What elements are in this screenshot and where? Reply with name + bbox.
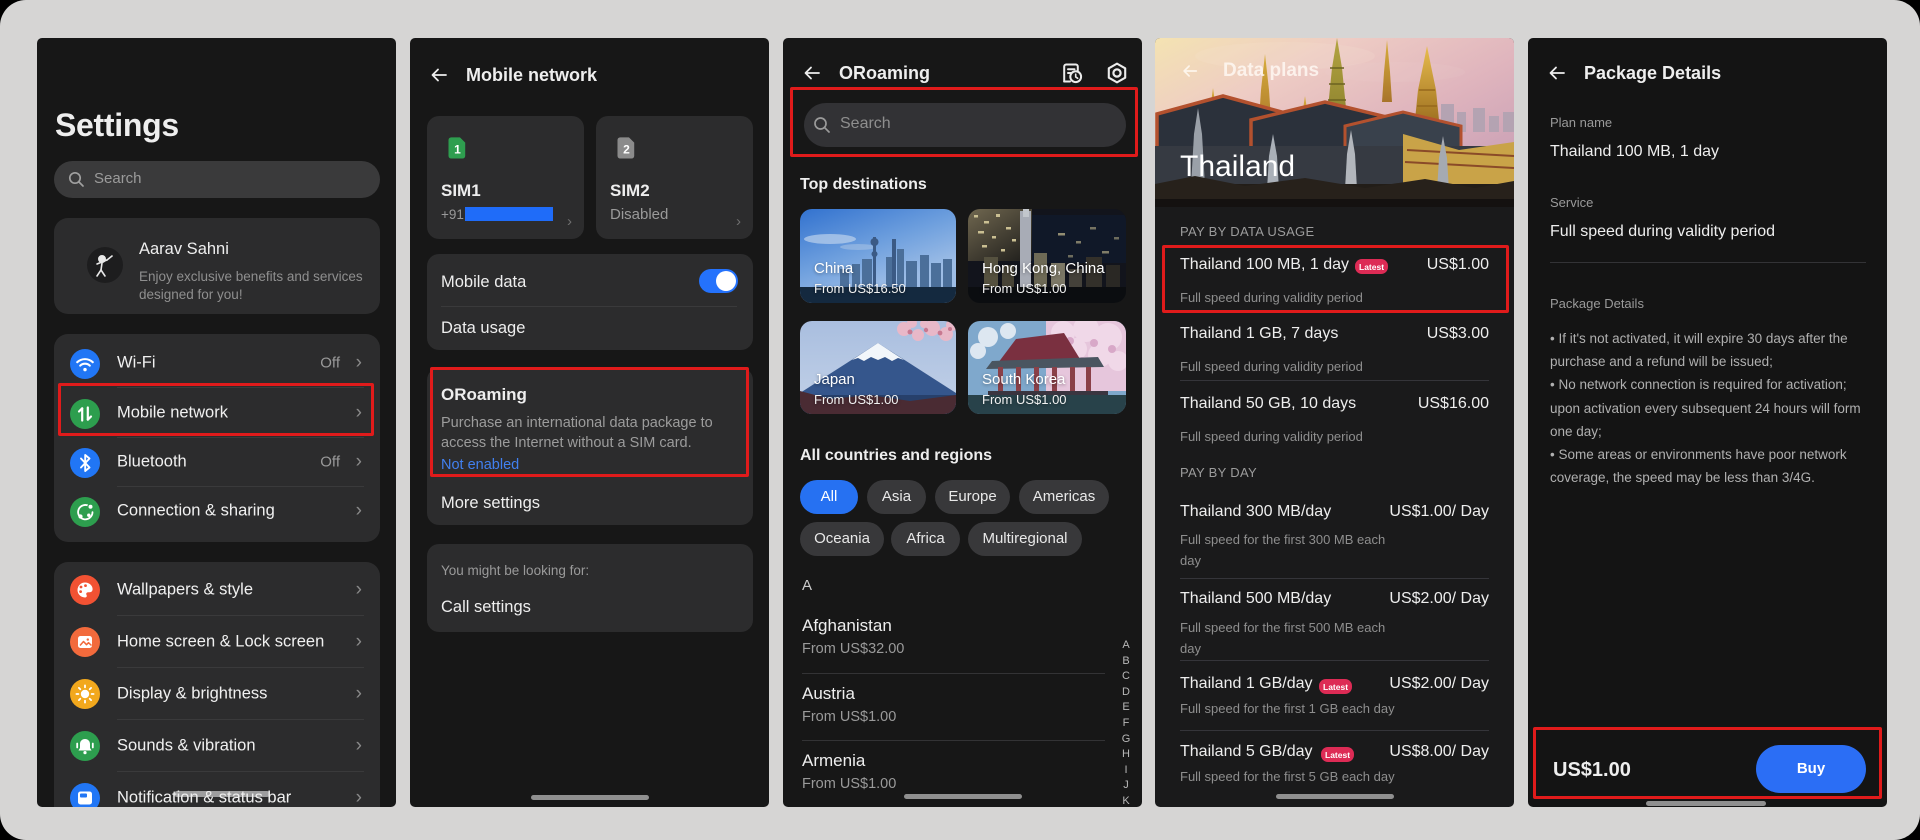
- svg-text:2: 2: [623, 143, 630, 157]
- svg-text:1: 1: [454, 143, 461, 157]
